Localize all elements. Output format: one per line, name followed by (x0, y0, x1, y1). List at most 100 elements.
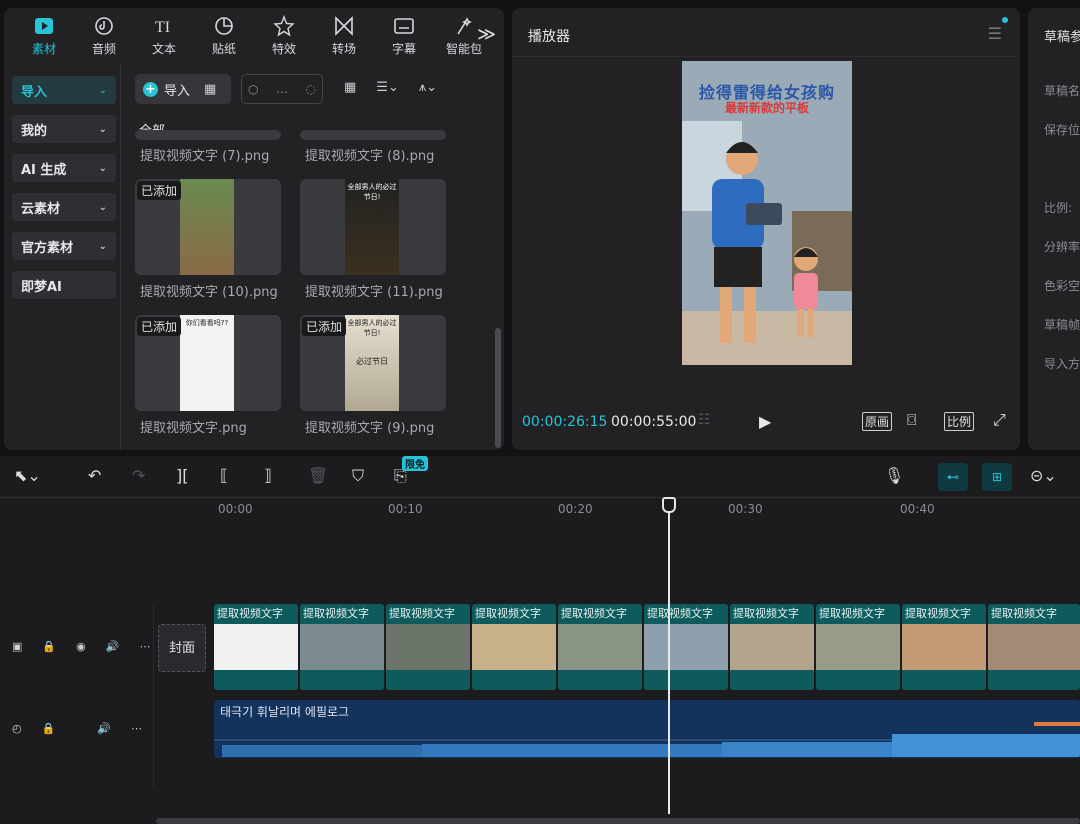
cover-button[interactable]: 封面 (158, 624, 206, 672)
link-icon[interactable]: ⊝⌄ (1030, 466, 1057, 485)
media-card-11[interactable]: 全部男人的必过节日! (300, 179, 446, 275)
video-clip[interactable]: 提取视频文字 (902, 604, 986, 690)
zoom-fit-icon[interactable]: ⌼ (907, 410, 917, 430)
split-icon[interactable]: ][ (176, 466, 188, 485)
grid-view-icon[interactable]: ▦ (344, 80, 356, 95)
tab-audio[interactable]: 音频 (74, 8, 134, 64)
media-card-7[interactable] (135, 130, 281, 140)
thumbnail-text: 必过节日 (356, 357, 388, 366)
clip-thumbnail (730, 624, 814, 670)
clip-label: 提取视频文字 (647, 607, 713, 620)
sidebar-item-label: 官方素材 (21, 240, 74, 256)
thumbnail-text: 你们看看吗?? (185, 319, 229, 327)
redo-icon[interactable]: ↷ (132, 466, 145, 485)
marker-icon[interactable]: ⛉ (352, 466, 364, 486)
volume-icon[interactable]: 🔊 (106, 640, 120, 653)
clip-label: 提取视频文字 (905, 607, 971, 620)
search-placeholder: ... (276, 82, 288, 96)
tab-effects-label: 特效 (271, 42, 296, 56)
video-clip[interactable]: 提取视频文字 (386, 604, 470, 690)
video-clip[interactable]: 提取视频文字 (300, 604, 384, 690)
sidebar-item-official[interactable]: 官方素材 ⌄ (12, 232, 116, 260)
sidebar-item-label: 导入 (21, 84, 48, 100)
chevron-down-icon: ⌄ (98, 162, 107, 174)
video-clip[interactable]: 提取视频文字 (816, 604, 900, 690)
undo-icon[interactable]: ↶ (88, 466, 101, 485)
trim-right-icon[interactable]: ⟧ (264, 466, 272, 485)
delete-icon[interactable]: 🗑 (308, 466, 328, 485)
media-card-8[interactable] (300, 130, 446, 140)
thumbnail (180, 179, 234, 275)
preview-subtitle: 最新新款的平板 (724, 101, 809, 115)
media-caption: 提取视频文字 (9).png (305, 421, 435, 436)
fullscreen-icon[interactable]: ⤢ (993, 410, 1006, 430)
sidebar-item-jimeng[interactable]: 即梦AI (12, 271, 116, 299)
tab-effects[interactable]: 特效 (254, 8, 314, 64)
sidebar-item-import[interactable]: 导入 ⌄ (12, 76, 116, 104)
volume-icon[interactable]: 🔊 (97, 722, 111, 735)
qr-code-icon[interactable]: ▦ (204, 82, 216, 97)
snap-button[interactable]: ⊞ (982, 463, 1012, 491)
ratio-button[interactable]: 比例 (944, 412, 975, 431)
thumbnail: 全部男人的必过节日! (345, 179, 399, 275)
waveform-toggle-icon[interactable]: ☷ (698, 412, 711, 428)
media-card-main[interactable]: 你们看看吗?? 已添加 (135, 315, 281, 411)
timeline-scrollbar[interactable] (156, 818, 1080, 824)
tab-text[interactable]: TI 文本 (134, 8, 194, 64)
playhead-handle[interactable] (662, 497, 676, 513)
play-icon[interactable]: ▶ (759, 412, 771, 431)
video-clip[interactable]: 提取视频文字 (988, 604, 1080, 690)
audio-clip[interactable]: 태극기 휘날리며 에필로그 (214, 700, 1080, 758)
effects-icon (273, 15, 295, 37)
video-preview[interactable]: 捡得雷得给女孩购 最新新款的平板 (682, 61, 852, 365)
video-clip[interactable]: 提取视频文字 (472, 604, 556, 690)
lock-icon[interactable]: 🔒 (42, 722, 56, 735)
tab-sticker[interactable]: 贴纸 (194, 8, 254, 64)
time-ruler[interactable]: 00:00 00:10 00:20 00:30 00:40 (214, 500, 1080, 520)
tab-transition-label: 转场 (331, 42, 356, 56)
more-tabs-icon[interactable]: ≫ (477, 24, 496, 45)
media-scrollbar[interactable] (495, 328, 501, 448)
more-icon[interactable]: ⋯ (139, 640, 150, 653)
player-title: 播放器 (528, 29, 570, 45)
loading-icon: ◌ (305, 82, 316, 96)
main-track-magnet-button[interactable]: ⊷ (938, 463, 968, 491)
tab-subtitle[interactable]: 字幕 (374, 8, 434, 64)
menu-icon[interactable]: ☰ (988, 24, 1002, 43)
microphone-icon[interactable]: 🎙 (884, 466, 904, 485)
tab-transition[interactable]: 转场 (314, 8, 374, 64)
more-icon[interactable]: ⋯ (131, 722, 142, 735)
video-clip[interactable]: 提取视频文字 (730, 604, 814, 690)
sidebar-item-ai-generate[interactable]: AI 生成 ⌄ (12, 154, 116, 182)
asset-toolbar: 素材 音频 TI 文本 贴纸 特效 转场 字幕 智能包 ≫ (4, 8, 504, 64)
draft-title: 草稿参数 (1044, 30, 1080, 45)
filter-icon[interactable]: ⩚⌄ (419, 80, 437, 95)
media-card-10[interactable]: 已添加 (135, 179, 281, 275)
ruler-label: 00:00 (218, 502, 253, 516)
import-button[interactable]: + 导入 ▦ (135, 74, 231, 104)
tab-sticker-label: 贴纸 (211, 42, 236, 56)
lock-icon[interactable]: 🔒 (42, 640, 56, 653)
sidebar-item-cloud[interactable]: 云素材 ⌄ (12, 193, 116, 221)
sidebar-item-mine[interactable]: 我的 ⌄ (12, 115, 116, 143)
select-tool-icon[interactable]: ⬉⌄ (14, 466, 41, 485)
divider (512, 56, 1020, 57)
video-clip[interactable]: 提取视频文字 (214, 604, 298, 690)
thumbnail-text: 全部男人的必过节日! (347, 183, 397, 201)
original-quality-button[interactable]: 原画 (862, 412, 893, 431)
trim-left-icon[interactable]: ⟦ (220, 466, 228, 485)
video-clip[interactable]: 提取视频文字 (558, 604, 642, 690)
tab-media[interactable]: 素材 (14, 8, 74, 64)
sort-icon[interactable]: ☰⌄ (376, 80, 399, 95)
chevron-down-icon: ⌄ (98, 240, 107, 252)
eye-icon[interactable]: ◉ (76, 640, 86, 653)
smart-icon (457, 17, 472, 35)
clip-label: 提取视频文字 (819, 607, 885, 620)
video-clip[interactable]: 提取视频文字 (644, 604, 728, 690)
search-input[interactable]: ○ ... ◌ (241, 74, 323, 104)
notification-dot (1002, 17, 1008, 23)
media-card-9[interactable]: 全部男人的必过节日! 必过节日 已添加 (300, 315, 446, 411)
sidebar-item-label: 云素材 (21, 201, 61, 217)
tab-text-label: 文本 (151, 42, 176, 56)
playhead[interactable] (668, 498, 670, 814)
